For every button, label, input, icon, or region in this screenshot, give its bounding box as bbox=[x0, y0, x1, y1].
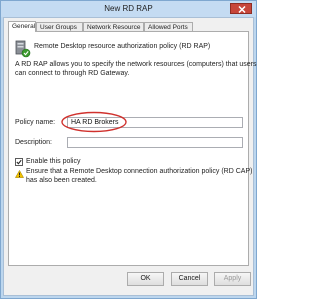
warning-line2: has also been created. bbox=[26, 177, 97, 184]
close-icon bbox=[238, 6, 246, 13]
general-tab-panel: Remote Desktop resource authorization po… bbox=[8, 31, 256, 266]
description-label: Description: bbox=[15, 139, 52, 146]
policy-header-text: Remote Desktop resource authorization po… bbox=[34, 43, 211, 50]
enable-policy-label: Enable this policy bbox=[26, 158, 81, 165]
title-bar: New RD RAP bbox=[1, 1, 256, 17]
warning-line1: Ensure that a Remote Desktop connection … bbox=[26, 168, 253, 175]
highlight-circle bbox=[61, 111, 127, 133]
description-input[interactable] bbox=[67, 137, 243, 148]
policy-description-line2: can connect to through RD Gateway. bbox=[15, 70, 130, 77]
policy-icon bbox=[15, 40, 31, 58]
ok-button[interactable]: OK bbox=[127, 272, 164, 286]
close-button[interactable] bbox=[230, 3, 252, 14]
window-title: New RD RAP bbox=[104, 4, 153, 13]
dialog-client: General User Groups Network Resource All… bbox=[3, 17, 256, 296]
checkmark-icon bbox=[16, 159, 22, 165]
cancel-button[interactable]: Cancel bbox=[171, 272, 208, 286]
dialog-window: New RD RAP General User Groups Network R… bbox=[0, 0, 257, 299]
apply-button[interactable]: Apply bbox=[214, 272, 251, 286]
policy-description-line1: A RD RAP allows you to specify the netwo… bbox=[15, 61, 257, 68]
policy-name-label: Policy name: bbox=[15, 119, 56, 126]
tab-general[interactable]: General bbox=[8, 21, 36, 32]
enable-policy-checkbox[interactable] bbox=[15, 158, 23, 166]
warning-icon bbox=[15, 170, 24, 178]
